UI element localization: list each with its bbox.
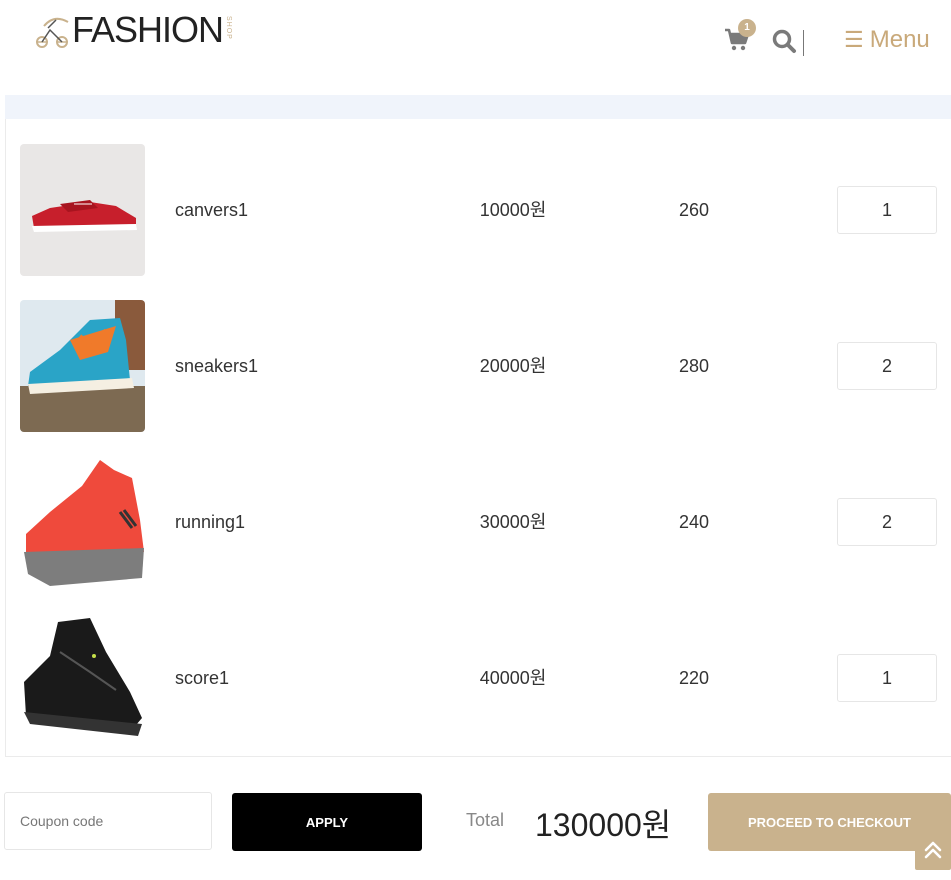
product-name: canvers1 — [175, 200, 249, 220]
hamburger-icon: ☰ — [844, 27, 864, 52]
product-size: 260 — [678, 200, 710, 220]
product-name: running1 — [175, 512, 246, 532]
quantity-input[interactable] — [837, 186, 937, 234]
double-chevron-up-icon — [924, 841, 942, 859]
cart-row: score1 40000원 220 — [6, 612, 951, 768]
menu-button[interactable]: ☰ Menu — [844, 26, 930, 54]
cart-table: canvers1 10000원 260 sneakers1 20000원 280 — [5, 119, 951, 757]
product-price: 10000원 — [479, 200, 547, 220]
product-size: 240 — [678, 512, 710, 532]
cart-table-header — [5, 95, 951, 119]
cart-row: canvers1 10000원 260 — [6, 144, 951, 300]
total-value: 130000원 — [535, 807, 672, 843]
cart-row: sneakers1 20000원 280 — [6, 300, 951, 456]
product-size: 280 — [678, 356, 710, 376]
coupon-input[interactable] — [4, 792, 212, 850]
quantity-input[interactable] — [837, 654, 937, 702]
product-size: 220 — [678, 668, 710, 688]
scroll-to-top-button[interactable] — [915, 830, 951, 870]
total-label: Total — [466, 810, 505, 830]
product-price: 40000원 — [479, 668, 547, 688]
product-name: sneakers1 — [175, 356, 259, 376]
search-button[interactable] — [771, 28, 797, 54]
product-image[interactable] — [20, 144, 145, 276]
cart-row: running1 30000원 240 — [6, 456, 951, 612]
product-image[interactable] — [20, 456, 145, 588]
product-image[interactable] — [20, 300, 145, 432]
search-icon — [772, 29, 796, 53]
menu-label: Menu — [869, 26, 930, 53]
quantity-input[interactable] — [837, 342, 937, 390]
product-price: 20000원 — [479, 356, 547, 376]
bike-logo-icon — [34, 12, 72, 50]
quantity-input[interactable] — [837, 498, 937, 546]
header-divider — [803, 30, 804, 56]
cart-count-badge: 1 — [738, 19, 756, 37]
brand-name: FASHION — [72, 9, 224, 50]
product-price: 30000원 — [479, 512, 547, 532]
apply-coupon-button[interactable]: APPLY — [232, 793, 422, 851]
product-name: score1 — [175, 668, 230, 688]
site-header: FASHION SHOP 1 ☰ Menu — [0, 0, 951, 95]
product-image[interactable] — [20, 612, 145, 744]
brand-logo[interactable]: FASHION SHOP — [34, 10, 232, 50]
brand-sub: SHOP — [225, 16, 233, 40]
